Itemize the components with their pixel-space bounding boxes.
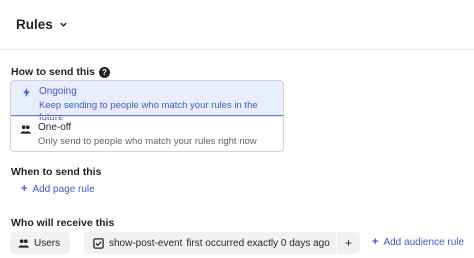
add-page-rule-link[interactable]: + Add page rule xyxy=(21,183,95,195)
help-icon[interactable]: ? xyxy=(99,66,110,78)
people-icon xyxy=(20,124,31,135)
users-chip-label: Users xyxy=(34,237,61,249)
plus-icon: + xyxy=(21,183,28,195)
option-title: Ongoing xyxy=(39,86,77,97)
who-will-receive-heading: Who will receive this xyxy=(11,217,114,229)
checkbox-icon xyxy=(93,237,104,249)
option-ongoing[interactable]: Ongoing Keep sending to people who match… xyxy=(11,81,283,123)
option-description: Only send to people who match your rules… xyxy=(38,136,257,147)
chevron-down-icon xyxy=(59,20,68,29)
lightning-icon xyxy=(21,87,32,98)
users-chip[interactable]: Users xyxy=(10,232,70,254)
add-audience-rule-label: Add audience rule xyxy=(383,236,465,248)
when-to-send-label: When to send this xyxy=(11,166,102,178)
event-name: show-post-event xyxy=(109,237,183,249)
add-condition-button[interactable]: + xyxy=(336,232,360,254)
rules-dropdown[interactable]: Rules xyxy=(16,17,68,32)
when-to-send-heading: When to send this xyxy=(11,166,101,178)
header: Rules xyxy=(0,0,474,50)
event-rule-chip[interactable]: show-post-event first occurred exactly 0… xyxy=(84,232,360,254)
option-one-off[interactable]: One-off Only send to people who match yo… xyxy=(11,116,283,151)
send-type-options: Ongoing Keep sending to people who match… xyxy=(10,80,284,152)
add-page-rule-label: Add page rule xyxy=(32,183,95,195)
how-to-send-label: How to send this xyxy=(11,66,95,78)
who-will-receive-label: Who will receive this xyxy=(11,217,115,229)
page-title: Rules xyxy=(16,17,53,32)
people-icon xyxy=(18,238,29,249)
event-rule-text: first occurred exactly 0 days ago xyxy=(186,237,330,249)
plus-icon: + xyxy=(372,236,379,248)
add-audience-rule-link[interactable]: + Add audience rule xyxy=(372,236,464,248)
option-title: One-off xyxy=(38,122,72,133)
how-to-send-heading: How to send this ? xyxy=(11,66,110,78)
